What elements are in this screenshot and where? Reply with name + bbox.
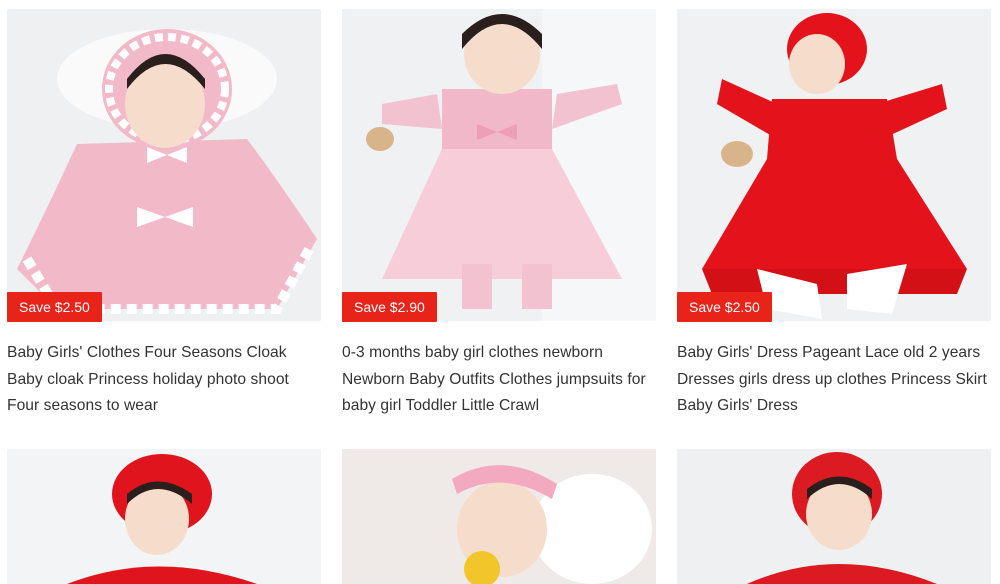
save-badge: Save $2.90 (342, 292, 437, 322)
product-image-baby-flower-headband[interactable] (342, 449, 656, 584)
product-image-baby-red-bonnet[interactable] (7, 449, 321, 584)
product-image-baby-pink-tulle-dress[interactable] (342, 9, 656, 321)
product-card[interactable] (7, 449, 321, 584)
product-image-baby-red-hood[interactable] (677, 449, 991, 584)
product-title[interactable]: 0-3 months baby girl clothes newborn New… (342, 340, 656, 420)
product-card[interactable]: Save $2.50 Baby Girls' Dress Pageant Lac… (677, 9, 991, 429)
product-image-baby-pink-cloak[interactable] (7, 9, 321, 321)
product-image-baby-red-lace-dress[interactable] (677, 9, 991, 321)
save-badge: Save $2.50 (7, 292, 102, 322)
product-card[interactable] (677, 449, 991, 584)
product-title[interactable]: Baby Girls' Dress Pageant Lace old 2 yea… (677, 340, 991, 420)
product-card[interactable]: Save $2.50 Baby Girls' Clothes Four Seas… (7, 9, 321, 429)
product-card[interactable]: Save $2.90 0-3 months baby girl clothes … (342, 9, 656, 429)
product-card[interactable] (342, 449, 656, 584)
save-badge: Save $2.50 (677, 292, 772, 322)
product-title[interactable]: Baby Girls' Clothes Four Seasons Cloak B… (7, 340, 321, 420)
